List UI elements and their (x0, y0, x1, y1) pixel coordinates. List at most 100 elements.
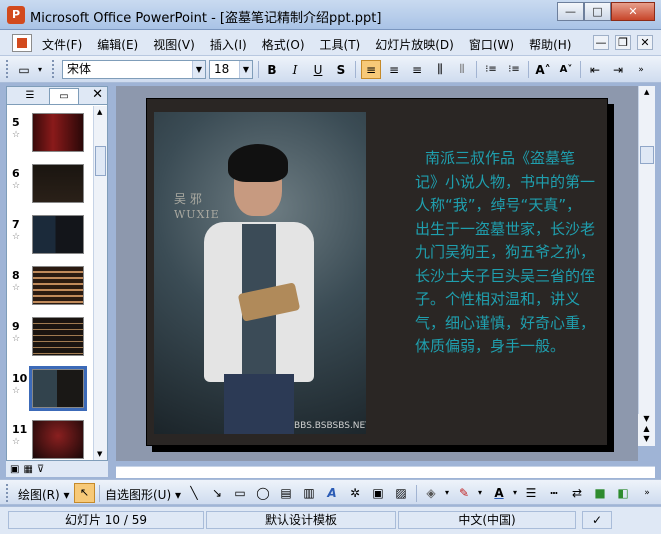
document-icon[interactable] (12, 34, 32, 52)
rectangle-icon[interactable]: ▭ (231, 485, 249, 501)
arrow-style-icon[interactable]: ⇄ (568, 485, 586, 501)
minimize-button[interactable]: — (557, 2, 584, 21)
menu-edit[interactable]: 编辑(E) (97, 36, 138, 53)
font-size-combo[interactable]: 18 ▼ (209, 60, 253, 79)
diagram-icon[interactable]: ✲ (346, 485, 364, 501)
slideshow-view-icon[interactable]: ⊽ (37, 464, 44, 475)
menu-help[interactable]: 帮助(H) (529, 36, 571, 53)
toolbar-overflow-icon[interactable]: » (634, 60, 648, 79)
thumbnail-image[interactable] (32, 113, 84, 152)
photo-figure (224, 374, 294, 434)
decrease-indent-button[interactable]: ⇤ (585, 60, 605, 79)
thumbnail-image[interactable] (32, 215, 84, 254)
close-pane-icon[interactable]: ✕ (92, 87, 103, 102)
status-design-template[interactable]: 默认设计模板 (206, 511, 396, 529)
chevron-down-icon[interactable]: ▾ (471, 485, 489, 501)
tab-outline[interactable]: ☰ (15, 88, 45, 104)
autoshapes-menu-button[interactable]: 自选图形(U) ▾ (105, 486, 181, 503)
shrink-font-button[interactable]: A˅ (556, 60, 576, 79)
shadow-button[interactable]: S (331, 60, 351, 79)
menu-format[interactable]: 格式(O) (262, 36, 305, 53)
scroll-up-icon[interactable]: ▲ (97, 108, 102, 116)
scroll-down-icon[interactable]: ▼ (97, 450, 102, 458)
clipart-icon[interactable]: ▣ (369, 485, 387, 501)
toolbar-options-icon[interactable]: ▾ (34, 60, 46, 79)
shadow-style-icon[interactable]: ■ (591, 485, 609, 501)
line-style-icon[interactable]: ☰ (522, 485, 540, 501)
thumbnail-image[interactable] (32, 317, 84, 356)
tab-slides[interactable]: ▭ (49, 88, 79, 104)
line-icon[interactable]: ╲ (185, 485, 203, 501)
menu-insert[interactable]: 插入(I) (210, 36, 247, 53)
select-objects-button[interactable]: ↖ (74, 483, 95, 503)
scroll-up-icon[interactable]: ▲ (644, 88, 649, 96)
normal-view-icon[interactable]: ▣ (10, 464, 19, 475)
numbered-list-button[interactable]: ⁝≡ (481, 60, 501, 79)
character-photo[interactable]: 吴 邪 WUXIE BBS.BSBSBS.NET (154, 112, 366, 434)
thumbnail-image[interactable] (32, 420, 84, 459)
underline-button[interactable]: U (308, 60, 328, 79)
chevron-down-icon[interactable]: ▾ (438, 485, 456, 501)
doc-restore-button[interactable]: ❐ (615, 35, 631, 50)
thumbnail-slide-9[interactable]: 9 ☆ (7, 317, 93, 367)
maximize-button[interactable]: □ (584, 2, 611, 21)
thumbnail-image[interactable] (32, 266, 84, 305)
distributed-align-button[interactable]: ⫼ (430, 60, 450, 79)
thumbnail-image[interactable] (29, 366, 87, 411)
next-slide-icon[interactable]: ▼ (638, 434, 655, 444)
picture-icon[interactable]: ▨ (392, 485, 410, 501)
scroll-thumb[interactable] (95, 146, 106, 176)
arrow-icon[interactable]: ↘ (208, 485, 226, 501)
textbox-icon[interactable]: ▤ (277, 485, 295, 501)
align-left-button[interactable]: ≡ (361, 60, 381, 79)
thumbnail-slide-8[interactable]: 8 ☆ (7, 266, 93, 316)
menu-view[interactable]: 视图(V) (153, 36, 195, 53)
grow-font-button[interactable]: A˄ (533, 60, 553, 79)
thumbnail-slide-11[interactable]: 11 ☆ (7, 420, 93, 460)
bold-button[interactable]: B (262, 60, 282, 79)
toolbar-overflow-icon[interactable]: » (638, 485, 656, 501)
doc-close-button[interactable]: ✕ (637, 35, 653, 50)
spelling-check-icon[interactable]: ✓ (582, 511, 612, 529)
editor-scrollbar[interactable]: ▲ (638, 86, 655, 446)
thumbnail-slide-5[interactable]: 5 ☆ (7, 113, 93, 163)
toolbar-grip[interactable] (6, 484, 9, 502)
menu-tools[interactable]: 工具(T) (320, 36, 361, 53)
column-icon[interactable]: ⫴ (452, 60, 472, 79)
close-button[interactable]: ✕ (611, 2, 655, 21)
doc-minimize-button[interactable]: — (593, 35, 609, 50)
font-name-combo[interactable]: 宋体 ▼ (62, 60, 206, 79)
new-slide-icon[interactable]: ▭ (14, 60, 34, 79)
italic-button[interactable]: I (285, 60, 305, 79)
previous-slide-icon[interactable]: ▲ (638, 424, 655, 434)
toolbar-grip[interactable] (6, 60, 9, 78)
slide-sorter-view-icon[interactable]: ▦ (23, 464, 32, 475)
slide-body-text[interactable]: 南派三叔作品《盗墓笔记》小说人物，书中的第一人称“我”，绰号“天真”，出生于一盗… (415, 147, 595, 359)
oval-icon[interactable]: ◯ (254, 485, 272, 501)
draw-menu-button[interactable]: 绘图(R) ▾ (18, 486, 70, 503)
bullet-list-button[interactable]: ⁝≡ (504, 60, 524, 79)
menu-slideshow[interactable]: 幻灯片放映(D) (375, 36, 454, 53)
vertical-textbox-icon[interactable]: ▥ (300, 485, 318, 501)
slide-canvas[interactable]: 吴 邪 WUXIE BBS.BSBSBS.NET 南派三叔作品《盗墓笔记》小说人… (146, 98, 608, 446)
powerpoint-app-icon[interactable]: P (7, 6, 25, 24)
thumbnail-slide-10[interactable]: 10 ☆ (7, 366, 93, 419)
thumbnail-image[interactable] (32, 164, 84, 203)
toolbar-grip-2[interactable] (52, 60, 55, 78)
menu-window[interactable]: 窗口(W) (469, 36, 514, 53)
thumbnail-slide-6[interactable]: 6 ☆ (7, 164, 93, 214)
thumbnail-slide-7[interactable]: 7 ☆ (7, 215, 93, 265)
align-center-button[interactable]: ≡ (384, 60, 404, 79)
thumbnail-scrollbar[interactable]: ▲ ▼ (93, 106, 107, 460)
chevron-down-icon[interactable]: ▼ (192, 61, 205, 78)
chevron-down-icon[interactable]: ▼ (239, 61, 252, 78)
wordart-icon[interactable]: A (323, 485, 341, 501)
align-right-button[interactable]: ≡ (407, 60, 427, 79)
scroll-down-icon[interactable]: ▼ (638, 414, 655, 424)
menu-file[interactable]: 文件(F) (42, 36, 82, 53)
3d-style-icon[interactable]: ◧ (614, 485, 632, 501)
dash-style-icon[interactable]: ┅ (545, 485, 563, 501)
increase-indent-button[interactable]: ⇥ (608, 60, 628, 79)
scroll-thumb[interactable] (640, 146, 654, 164)
notes-pane[interactable] (116, 466, 655, 478)
